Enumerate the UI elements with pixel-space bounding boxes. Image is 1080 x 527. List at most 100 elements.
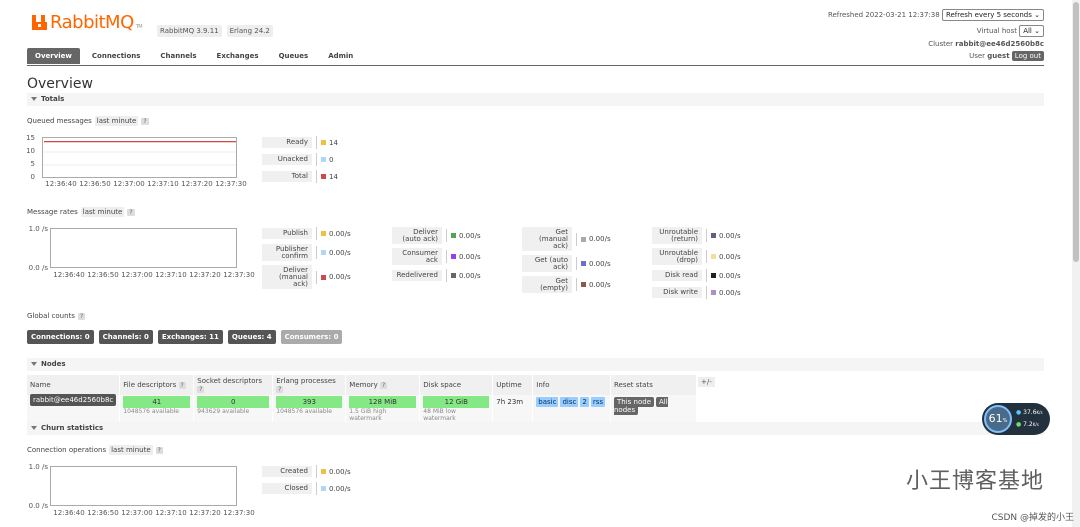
- xtick-label: 12:37:10: [155, 509, 187, 517]
- main-tabs: Overview Connections Channels Exchanges …: [27, 48, 361, 64]
- refresh-select-value: Refresh every 5 seconds: [945, 11, 1032, 19]
- nodes-table: Name File descriptors ? Socket descripto…: [27, 375, 697, 423]
- queued-messages-header: Queued messages last minute ?: [27, 116, 149, 126]
- legend-label: Deliver (auto ack): [392, 227, 442, 244]
- memory-watermark: 1.5 GiB high watermark: [349, 408, 387, 422]
- col-header-uptime[interactable]: Uptime: [492, 375, 534, 395]
- ytick-label: 5: [30, 160, 35, 168]
- vhost-select-value: All: [1023, 27, 1032, 35]
- legend-closed: Closed 0.00/s: [262, 482, 351, 495]
- tab-admin[interactable]: Admin: [320, 48, 361, 64]
- nodes-title: Nodes: [41, 360, 66, 368]
- column-toggle-button[interactable]: +/-: [698, 377, 715, 387]
- chevron-down-icon: ⌄: [1034, 11, 1040, 19]
- legend-label: Disk write: [652, 287, 702, 298]
- xtick-label: 12:37:10: [155, 271, 187, 279]
- legend-publisher-confirm: Publisher confirm 0.00/s: [262, 244, 351, 261]
- logout-button[interactable]: Log out: [1011, 51, 1044, 61]
- legend-label: Redelivered: [392, 270, 442, 281]
- vhost-select[interactable]: All ⌄: [1019, 25, 1044, 37]
- legend-label: Unroutable (drop): [652, 248, 702, 265]
- legend-swatch: [321, 157, 326, 162]
- churn-title: Churn statistics: [41, 424, 104, 432]
- legend-label: Get (empty): [522, 276, 572, 293]
- legend-value: 0.00/s: [719, 288, 741, 297]
- legend-get-auto: Get (auto ack) 0.00/s: [522, 255, 611, 272]
- ep-bar: 393: [276, 396, 343, 408]
- col-header-fd[interactable]: File descriptors ?: [119, 375, 195, 395]
- legend-unacked: Unacked 0: [262, 153, 338, 166]
- reset-cell: This node All nodes: [610, 395, 697, 423]
- churn-range-selector[interactable]: last minute: [109, 445, 153, 455]
- info-tag: basic: [536, 397, 559, 407]
- nodes-section-toggle[interactable]: Nodes: [27, 358, 1044, 371]
- node-name-cell: rabbit@ee46d2560b8c: [27, 394, 121, 423]
- legend-swatch: [711, 290, 716, 295]
- rates-range-selector[interactable]: last minute: [80, 207, 125, 217]
- exchanges-count-button[interactable]: Exchanges: 11: [157, 330, 223, 344]
- arrow-up-icon: ●: [1016, 409, 1022, 416]
- tab-exchanges[interactable]: Exchanges: [209, 48, 267, 64]
- legend-label: Total: [262, 171, 312, 182]
- churn-section-toggle[interactable]: Churn statistics: [27, 422, 1044, 435]
- col-header-disk[interactable]: Disk space: [419, 375, 494, 395]
- memory-bar: 128 MiB: [349, 396, 417, 408]
- connection-operations-header: Connection operations last minute ?: [27, 445, 163, 455]
- node-name-link[interactable]: rabbit@ee46d2560b8c: [30, 394, 117, 406]
- legend-value: 0.00/s: [589, 235, 611, 243]
- rabbitmq-logo: RabbitMQ TM: [32, 12, 143, 33]
- xtick-label: 12:37:00: [121, 509, 153, 517]
- collapse-triangle-icon: [31, 426, 37, 430]
- queued-range-selector[interactable]: last minute: [94, 116, 139, 126]
- help-icon[interactable]: ?: [141, 117, 149, 125]
- tab-overview[interactable]: Overview: [27, 48, 80, 64]
- legend-swatch: [321, 140, 326, 145]
- xtick-label: 12:37:30: [223, 509, 255, 517]
- global-counts: Connections: 0 Channels: 0 Exchanges: 11…: [27, 330, 343, 344]
- refresh-row: Refreshed 2022-03-21 12:37:38 Refresh ev…: [828, 9, 1044, 21]
- consumers-count-button[interactable]: Consumers: 0: [280, 330, 343, 344]
- tab-connections[interactable]: Connections: [84, 48, 149, 64]
- rates-chart-xaxis: 12:36:40 12:36:50 12:37:00 12:37:10 12:3…: [52, 271, 256, 279]
- nodes-header-row: Name File descriptors ? Socket descripto…: [27, 375, 697, 395]
- connections-count-button[interactable]: Connections: 0: [27, 330, 94, 344]
- erlang-badge: Erlang 24.2: [226, 25, 273, 37]
- xtick-label: 12:36:50: [79, 180, 111, 188]
- legend-swatch: [581, 282, 586, 287]
- sd-bar: 0: [197, 396, 270, 408]
- col-header-info[interactable]: Info: [532, 375, 611, 395]
- legend-swatch: [581, 236, 586, 242]
- col-header-sd[interactable]: Socket descriptors ?: [193, 375, 274, 395]
- tab-channels[interactable]: Channels: [152, 48, 204, 64]
- legend-value: 0.00/s: [459, 252, 481, 261]
- fd-cell: 41 1048576 available: [119, 395, 195, 423]
- legend-value: 0.00/s: [329, 273, 351, 281]
- queued-legend: Ready 14 Unacked 0 Total 14: [262, 136, 338, 183]
- refresh-select[interactable]: Refresh every 5 seconds ⌄: [941, 9, 1044, 21]
- totals-section-toggle[interactable]: Totals: [27, 93, 1044, 106]
- chevron-down-icon: ⌄: [1034, 27, 1040, 35]
- collapse-triangle-icon: [31, 362, 37, 366]
- xtick-label: 12:37:20: [189, 271, 221, 279]
- queues-count-button[interactable]: Queues: 4: [227, 330, 276, 344]
- tab-queues[interactable]: Queues: [271, 48, 317, 64]
- xtick-label: 12:36:40: [45, 180, 77, 188]
- channels-count-button[interactable]: Channels: 0: [98, 330, 153, 344]
- legend-value: 0.00/s: [329, 248, 351, 257]
- col-header-ep[interactable]: Erlang processes ?: [272, 375, 347, 395]
- table-row: rabbit@ee46d2560b8c 41 1048576 available …: [27, 394, 697, 423]
- col-header-name[interactable]: Name: [27, 375, 121, 395]
- network-speed-widget[interactable]: 61% ● 37.6K/s ● 7.2K/s: [982, 403, 1050, 435]
- scrollbar-thumb[interactable]: [1073, 2, 1079, 262]
- help-icon[interactable]: ?: [155, 446, 163, 454]
- rates-legend-col3: Get (manual ack) 0.00/s Get (auto ack) 0…: [522, 227, 611, 293]
- help-icon[interactable]: ?: [127, 208, 135, 216]
- col-header-memory[interactable]: Memory ?: [345, 375, 421, 395]
- legend-value: 0: [329, 155, 334, 164]
- fd-available: 1048576 available: [123, 408, 179, 415]
- help-icon[interactable]: ?: [77, 312, 86, 320]
- info-tag: rss: [590, 397, 605, 407]
- legend-get-empty: Get (empty) 0.00/s: [522, 276, 611, 293]
- col-header-reset[interactable]: Reset stats: [610, 375, 697, 395]
- legend-swatch: [711, 273, 716, 278]
